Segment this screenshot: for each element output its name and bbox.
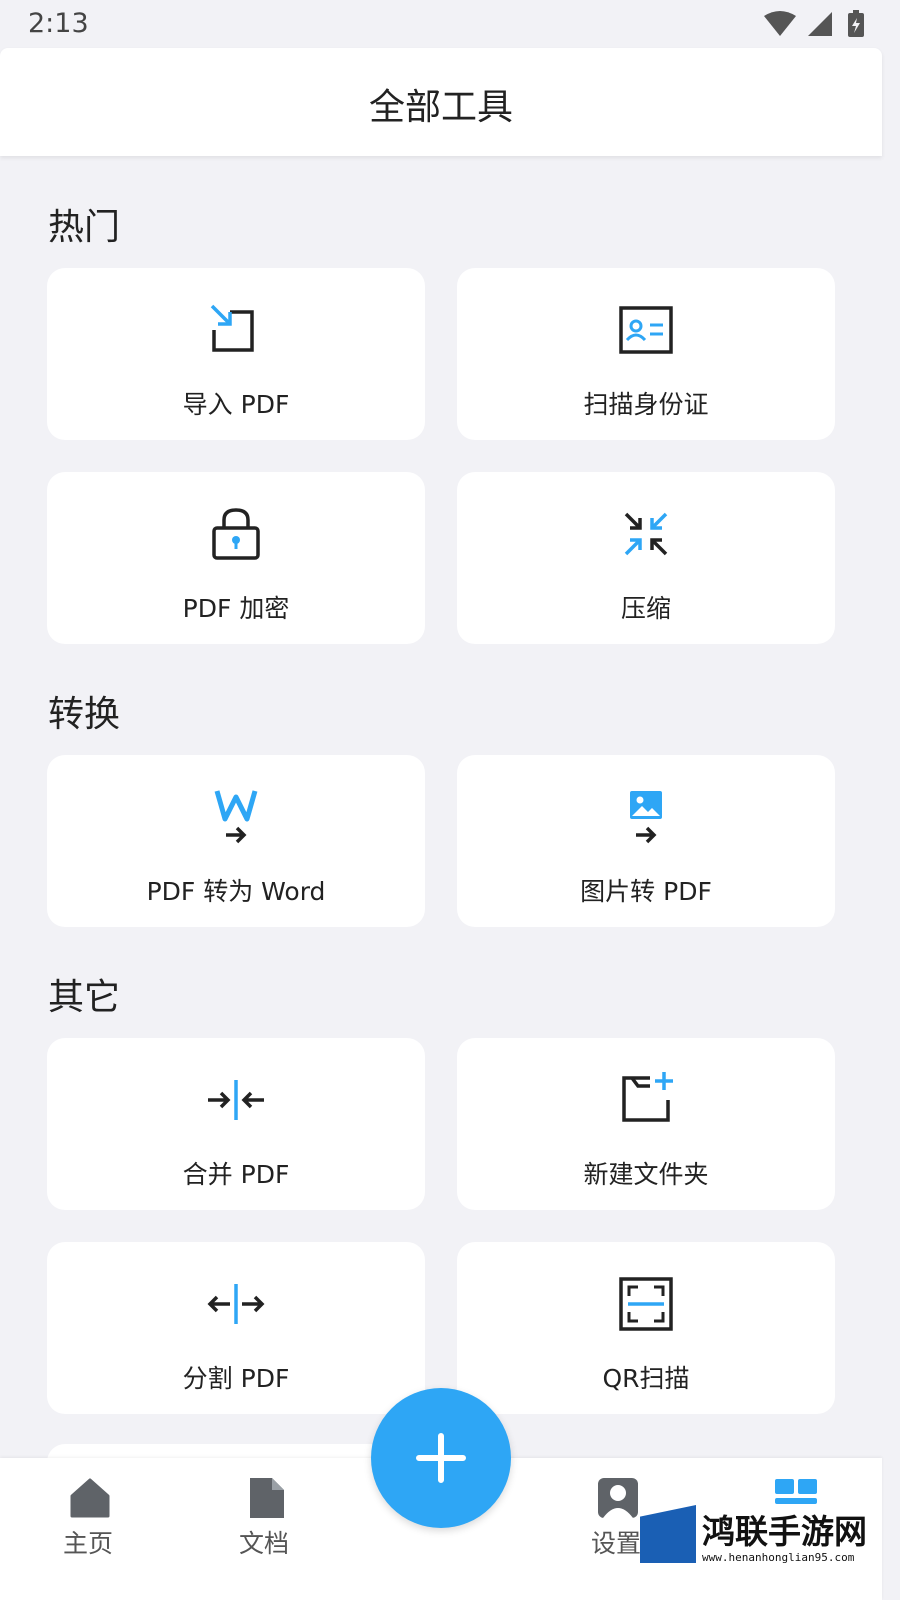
tool-label: 图片转 PDF bbox=[580, 877, 712, 906]
app-header: 全部工具 bbox=[0, 48, 882, 156]
document-icon bbox=[250, 1478, 284, 1518]
compress-icon bbox=[624, 512, 668, 556]
word-convert-icon bbox=[214, 790, 258, 844]
status-bar: 2:13 bbox=[0, 0, 900, 48]
watermark-text: 鸿联手游网 bbox=[702, 1512, 867, 1551]
tool-new-folder[interactable]: 新建文件夹 bbox=[457, 1038, 835, 1210]
nav-item-home[interactable]: 主页 bbox=[28, 1458, 148, 1600]
lock-icon bbox=[212, 508, 260, 560]
tool-label: 压缩 bbox=[620, 594, 671, 623]
battery-icon bbox=[848, 10, 864, 37]
nav-label: 主页 bbox=[62, 1529, 113, 1558]
tool-label: 扫描身份证 bbox=[583, 390, 709, 419]
section-title-hot: 热门 bbox=[48, 207, 121, 248]
tool-label: 导入 PDF bbox=[182, 390, 290, 419]
tool-qr-scan[interactable]: QR扫描 bbox=[457, 1242, 835, 1414]
section-title-other: 其它 bbox=[48, 977, 121, 1018]
status-time: 2:13 bbox=[28, 8, 89, 39]
tool-pdf-to-word[interactable]: PDF 转为 Word bbox=[47, 755, 425, 927]
split-icon bbox=[207, 1284, 265, 1324]
tool-label: QR扫描 bbox=[602, 1364, 690, 1393]
tool-compress[interactable]: 压缩 bbox=[457, 472, 835, 644]
nav-label: 文档 bbox=[238, 1529, 289, 1558]
tool-split-pdf[interactable]: 分割 PDF bbox=[47, 1242, 425, 1414]
import-icon bbox=[210, 304, 254, 352]
new-folder-icon bbox=[622, 1072, 673, 1122]
wifi-icon bbox=[764, 11, 796, 36]
tool-encrypt-pdf[interactable]: PDF 加密 bbox=[47, 472, 425, 644]
tool-import-pdf[interactable]: 导入 PDF bbox=[47, 268, 425, 440]
tool-label: PDF 加密 bbox=[182, 594, 290, 623]
id-card-icon bbox=[619, 306, 673, 354]
signal-icon bbox=[808, 12, 832, 36]
section-title-convert: 转换 bbox=[48, 694, 121, 735]
watermark: 鸿联手游网 www.henanhonglian95.com bbox=[640, 1505, 890, 1567]
add-fab-button[interactable] bbox=[371, 1388, 511, 1528]
page-title: 全部工具 bbox=[368, 87, 513, 128]
image-convert-icon bbox=[630, 791, 662, 844]
qr-scan-icon bbox=[619, 1277, 673, 1331]
status-icons bbox=[764, 10, 864, 37]
watermark-url: www.henanhonglian95.com bbox=[702, 1551, 855, 1564]
merge-icon bbox=[208, 1080, 264, 1120]
tool-label: 新建文件夹 bbox=[583, 1160, 709, 1189]
tool-label: 分割 PDF bbox=[182, 1364, 290, 1393]
tool-label: PDF 转为 Word bbox=[146, 877, 326, 906]
tool-merge-pdf[interactable]: 合并 PDF bbox=[47, 1038, 425, 1210]
profile-icon bbox=[598, 1478, 638, 1518]
nav-item-documents[interactable]: 文档 bbox=[204, 1458, 324, 1600]
home-icon bbox=[70, 1478, 110, 1518]
tool-image-to-pdf[interactable]: 图片转 PDF bbox=[457, 755, 835, 927]
tool-scan-id-card[interactable]: 扫描身份证 bbox=[457, 268, 835, 440]
tool-label: 合并 PDF bbox=[182, 1160, 290, 1189]
watermark-logo bbox=[640, 1505, 696, 1563]
plus-icon bbox=[416, 1433, 466, 1483]
